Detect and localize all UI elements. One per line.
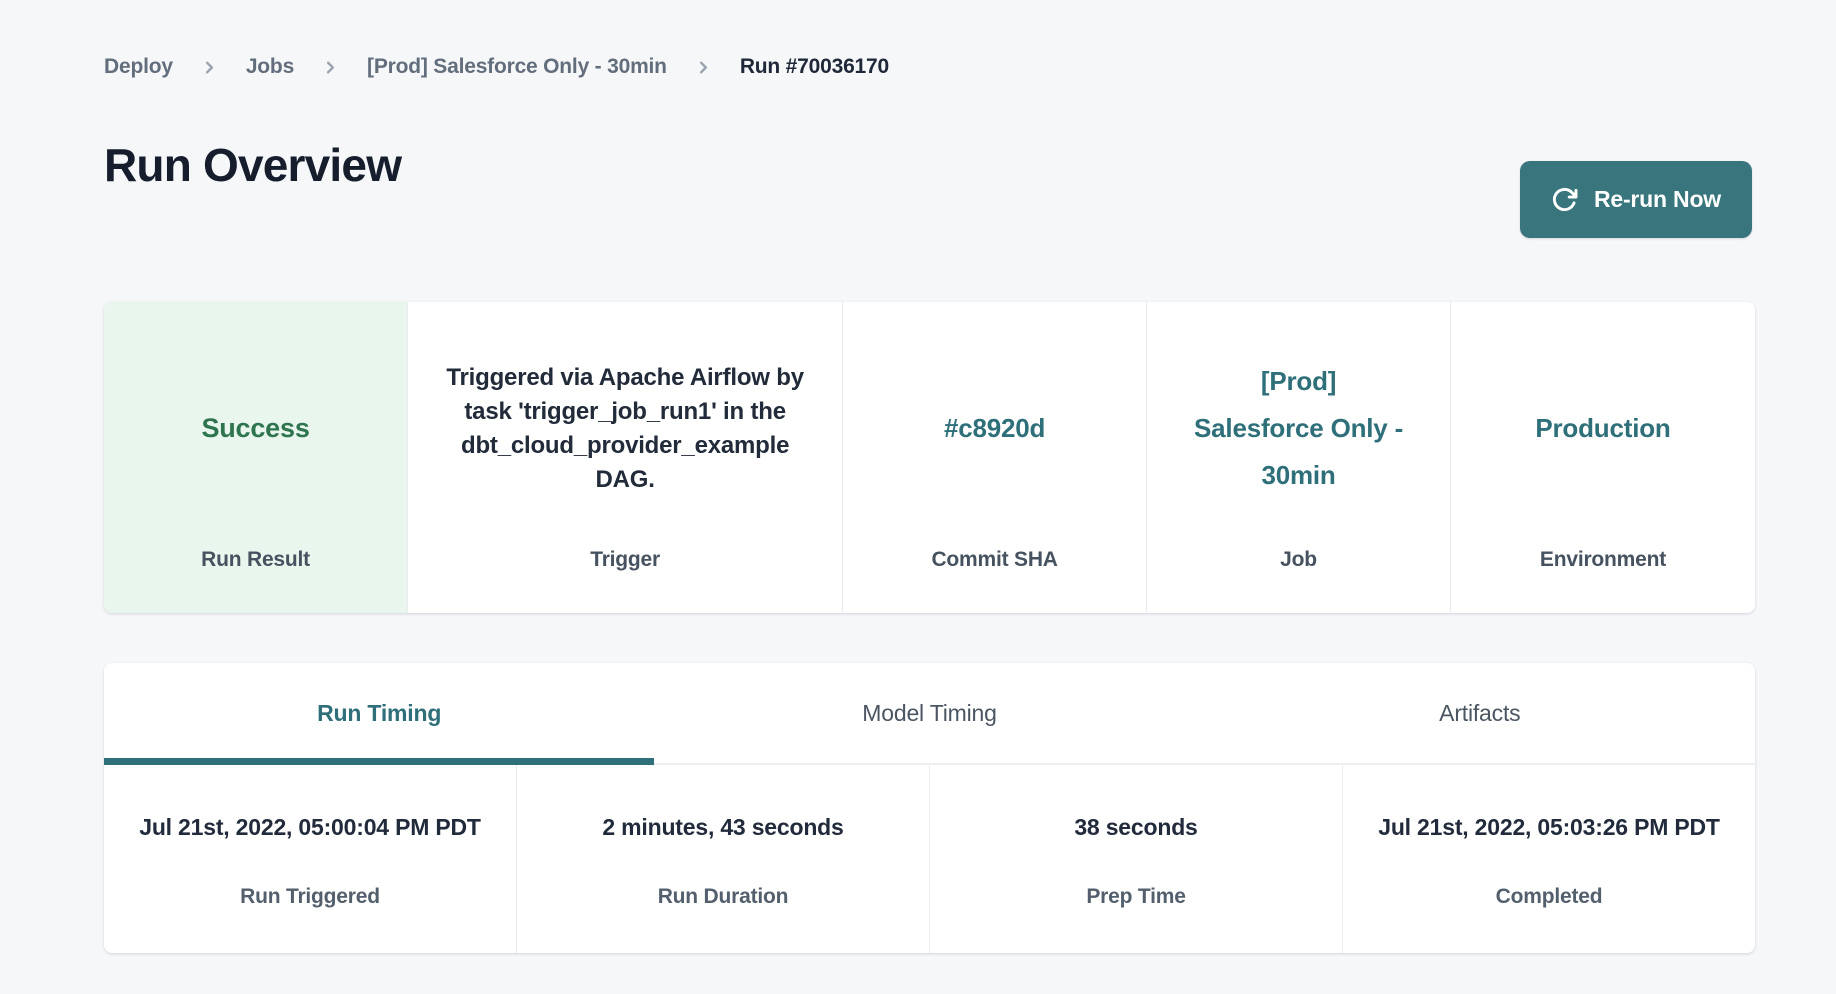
active-tab-indicator <box>104 758 654 765</box>
breadcrumb-item-job-name[interactable]: [Prod] Salesforce Only - 30min <box>367 55 667 79</box>
run-duration-value: 2 minutes, 43 seconds <box>602 779 843 875</box>
environment-link[interactable]: Production <box>1535 405 1670 452</box>
run-overview-page: Deploy Jobs [Prod] Salesforce Only - 30m… <box>0 0 1836 994</box>
run-triggered-value: Jul 21st, 2022, 05:00:04 PM PDT <box>139 779 481 875</box>
job-card: [Prod] Salesforce Only - 30min Job <box>1147 302 1451 613</box>
breadcrumb-item-run-number: Run #70036170 <box>740 55 889 79</box>
tab-model-timing[interactable]: Model Timing <box>654 663 1204 763</box>
run-summary-row: Success Run Result Triggered via Apache … <box>104 302 1755 613</box>
commit-sha-link[interactable]: #c8920d <box>944 405 1045 452</box>
run-timing-panel: Jul 21st, 2022, 05:00:04 PM PDT Run Trig… <box>104 765 1755 953</box>
rerun-button-label: Re-run Now <box>1594 186 1721 213</box>
page-title: Run Overview <box>104 138 401 192</box>
run-duration-card: 2 minutes, 43 seconds Run Duration <box>517 765 930 953</box>
tab-run-timing[interactable]: Run Timing <box>104 663 654 763</box>
environment-label: Environment <box>1540 545 1666 575</box>
trigger-description: Triggered via Apache Airflow by task 'tr… <box>439 361 811 497</box>
refresh-cw-icon <box>1551 186 1578 213</box>
breadcrumb-item-deploy[interactable]: Deploy <box>104 55 173 79</box>
completed-value: Jul 21st, 2022, 05:03:26 PM PDT <box>1378 779 1720 875</box>
chevron-right-icon <box>321 58 340 77</box>
rerun-now-button[interactable]: Re-run Now <box>1520 161 1752 238</box>
environment-card: Production Environment <box>1451 302 1755 613</box>
completed-label: Completed <box>1496 883 1603 911</box>
chevron-right-icon <box>200 58 219 77</box>
breadcrumb-item-jobs[interactable]: Jobs <box>246 55 294 79</box>
trigger-label: Trigger <box>590 545 660 575</box>
commit-sha-card: #c8920d Commit SHA <box>843 302 1147 613</box>
run-duration-label: Run Duration <box>658 883 789 911</box>
tab-bar: Run Timing Model Timing Artifacts <box>104 663 1755 765</box>
prep-time-card: 38 seconds Prep Time <box>930 765 1343 953</box>
prep-time-label: Prep Time <box>1086 883 1185 911</box>
trigger-card: Triggered via Apache Airflow by task 'tr… <box>408 302 843 613</box>
commit-sha-label: Commit SHA <box>931 545 1057 575</box>
breadcrumb: Deploy Jobs [Prod] Salesforce Only - 30m… <box>104 55 889 79</box>
run-triggered-card: Jul 21st, 2022, 05:00:04 PM PDT Run Trig… <box>104 765 517 953</box>
run-result-card: Success Run Result <box>104 302 408 613</box>
job-label: Job <box>1280 545 1317 575</box>
job-link[interactable]: [Prod] Salesforce Only - 30min <box>1194 358 1404 499</box>
completed-card: Jul 21st, 2022, 05:03:26 PM PDT Complete… <box>1343 765 1755 953</box>
tab-artifacts[interactable]: Artifacts <box>1205 663 1755 763</box>
run-result-status: Success <box>201 413 309 444</box>
run-detail-panel: Run Timing Model Timing Artifacts Jul 21… <box>104 663 1755 953</box>
run-triggered-label: Run Triggered <box>240 883 380 911</box>
prep-time-value: 38 seconds <box>1074 779 1197 875</box>
chevron-right-icon <box>694 58 713 77</box>
run-result-label: Run Result <box>201 545 310 575</box>
